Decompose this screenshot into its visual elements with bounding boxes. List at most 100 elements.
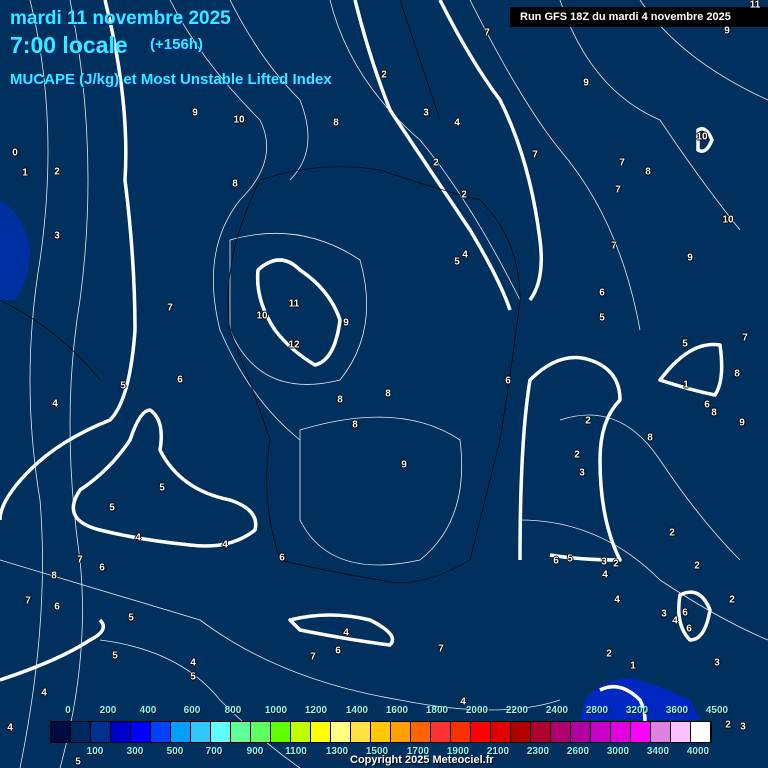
contour-label: 9 bbox=[401, 459, 407, 471]
contour-label: 11 bbox=[288, 298, 300, 310]
contour-label: 1 bbox=[630, 660, 636, 672]
legend-tick-top: 1000 bbox=[264, 705, 288, 716]
contour-label: 2 bbox=[381, 69, 387, 81]
legend-swatch bbox=[531, 722, 551, 742]
contour-label: 10 bbox=[722, 214, 734, 226]
forecast-time: 7:00 locale bbox=[10, 32, 128, 58]
legend-tick-bottom: 500 bbox=[166, 746, 184, 757]
legend-swatch bbox=[551, 722, 571, 742]
contour-label: 8 bbox=[645, 166, 651, 178]
contour-label: 5 bbox=[567, 553, 573, 565]
legend-tick-bottom: 4000 bbox=[686, 746, 710, 757]
legend-tick-top: 3200 bbox=[625, 705, 649, 716]
legend-swatch bbox=[331, 722, 351, 742]
run-info: Run GFS 18Z du mardi 4 novembre 2025 bbox=[510, 7, 768, 27]
contour-label: 8 bbox=[734, 368, 740, 380]
contour-label: 2 bbox=[729, 594, 735, 606]
contour-label: 6 bbox=[279, 552, 285, 564]
contour-label: 2 bbox=[433, 157, 439, 169]
contour-label: 3 bbox=[661, 608, 667, 620]
contour-label: 7 bbox=[484, 27, 490, 39]
contour-label: 4 bbox=[222, 539, 228, 551]
contour-label: 2 bbox=[574, 449, 580, 461]
contour-label: 10 bbox=[696, 131, 708, 143]
contour-label: 9 bbox=[724, 25, 730, 37]
contour-label: 8 bbox=[337, 394, 343, 406]
contour-label: 7 bbox=[310, 651, 316, 663]
legend-swatch bbox=[131, 722, 151, 742]
contour-label: 6 bbox=[99, 562, 105, 574]
contour-label: 2 bbox=[54, 166, 60, 178]
contour-label: 8 bbox=[711, 407, 717, 419]
contour-label: 4 bbox=[52, 398, 58, 410]
contour-label: 7 bbox=[77, 554, 83, 566]
contour-label: 8 bbox=[51, 570, 57, 582]
legend-swatch bbox=[371, 722, 391, 742]
contour-label: 5 bbox=[128, 612, 134, 624]
legend-swatch bbox=[651, 722, 671, 742]
contour-label: 7 bbox=[167, 302, 173, 314]
contour-label: 2 bbox=[613, 558, 619, 570]
legend-swatch bbox=[231, 722, 251, 742]
color-legend bbox=[50, 721, 712, 743]
forecast-date: mardi 11 novembre 2025 bbox=[10, 8, 231, 29]
legend-tick-bottom: 2600 bbox=[566, 746, 590, 757]
contour-label: 5 bbox=[75, 756, 81, 768]
contour-label: 3 bbox=[714, 657, 720, 669]
contour-label: 3 bbox=[579, 467, 585, 479]
contour-label: 4 bbox=[7, 722, 13, 734]
contour-label: 7 bbox=[615, 184, 621, 196]
legend-tick-bottom: 900 bbox=[246, 746, 264, 757]
contour-label: 5 bbox=[682, 338, 688, 350]
legend-swatch bbox=[91, 722, 111, 742]
legend-tick-bottom: 3400 bbox=[646, 746, 670, 757]
legend-swatch bbox=[311, 722, 331, 742]
legend-tick-top: 200 bbox=[99, 705, 117, 716]
contour-label: 2 bbox=[725, 719, 731, 731]
legend-swatch bbox=[471, 722, 491, 742]
legend-swatch bbox=[151, 722, 171, 742]
contour-label: 8 bbox=[385, 388, 391, 400]
legend-tick-top: 3600 bbox=[665, 705, 689, 716]
contour-label: 4 bbox=[462, 249, 468, 261]
contour-label: 2 bbox=[585, 415, 591, 427]
contour-label: 7 bbox=[619, 157, 625, 169]
contour-label: 5 bbox=[599, 312, 605, 324]
contour-label: 2 bbox=[461, 189, 467, 201]
contour-label: 3 bbox=[54, 230, 60, 242]
contour-label: 6 bbox=[505, 375, 511, 387]
contour-label: 6 bbox=[177, 374, 183, 386]
contour-label: 4 bbox=[41, 687, 47, 699]
legend-swatch bbox=[511, 722, 531, 742]
contour-label: 4 bbox=[614, 594, 620, 606]
contour-label: 6 bbox=[335, 645, 341, 657]
legend-swatch bbox=[671, 722, 691, 742]
contour-label: 4 bbox=[672, 615, 678, 627]
legend-swatch bbox=[391, 722, 411, 742]
legend-swatch bbox=[631, 722, 651, 742]
contour-label: 4 bbox=[602, 569, 608, 581]
legend-swatch bbox=[451, 722, 471, 742]
contour-label: 5 bbox=[109, 502, 115, 514]
contour-label: 5 bbox=[454, 256, 460, 268]
legend-tick-top: 1600 bbox=[385, 705, 409, 716]
contour-label: 2 bbox=[669, 527, 675, 539]
contour-label: 5 bbox=[120, 380, 126, 392]
legend-swatch bbox=[71, 722, 91, 742]
legend-swatch bbox=[171, 722, 191, 742]
contour-label: 2 bbox=[606, 648, 612, 660]
legend-swatch bbox=[291, 722, 311, 742]
contour-label: 7 bbox=[438, 643, 444, 655]
legend-swatch bbox=[191, 722, 211, 742]
legend-swatch bbox=[491, 722, 511, 742]
contour-label: 8 bbox=[647, 432, 653, 444]
contour-label: 6 bbox=[686, 623, 692, 635]
contour-label: 5 bbox=[190, 671, 196, 683]
contour-label: 2 bbox=[694, 560, 700, 572]
contour-label: 5 bbox=[159, 482, 165, 494]
contour-label: 11 bbox=[749, 0, 761, 11]
contour-label: 6 bbox=[704, 399, 710, 411]
contour-label: 5 bbox=[112, 650, 118, 662]
legend-swatch bbox=[251, 722, 271, 742]
contour-label: 12 bbox=[288, 339, 300, 351]
